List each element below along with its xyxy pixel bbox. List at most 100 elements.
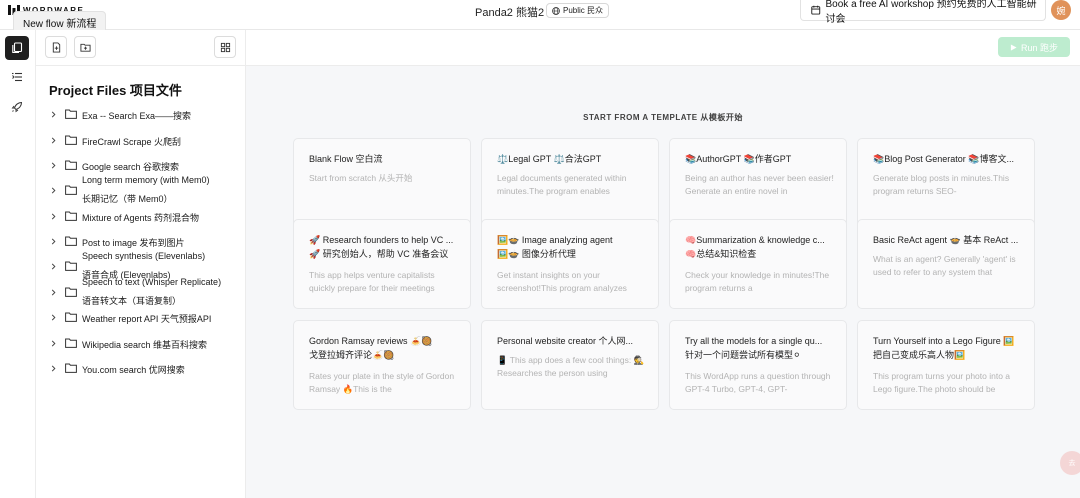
top-bar: WORDWARE New flow 新流程 Panda2 熊猫2 Public … xyxy=(0,0,1080,34)
chevron-right-icon[interactable] xyxy=(50,238,57,245)
chevron-right-icon[interactable] xyxy=(50,187,57,194)
file-item[interactable]: Speech to text (Whisper Replicate) 语音转文本（… xyxy=(36,277,246,306)
template-heading: START FROM A TEMPLATE 从模板开始 xyxy=(583,113,743,122)
folder-icon xyxy=(65,363,77,373)
template-title-translation: 戈登拉姆齐评论🍝🥘 xyxy=(309,350,395,360)
template-card[interactable]: 🚀 Research founders to help VC ... 🚀 研究创始… xyxy=(293,219,471,309)
new-flow-button[interactable] xyxy=(45,36,67,58)
help-bubble[interactable]: 去 xyxy=(1060,451,1080,475)
visibility-badge[interactable]: Public 民众 xyxy=(546,3,610,18)
file-name: FireCrawl Scrape 火爬刮 xyxy=(82,137,182,147)
template-description: Being an author has never been easier! G… xyxy=(685,173,834,196)
template-title: Try all the models for a single qu... xyxy=(685,336,823,346)
file-item[interactable]: Post to image 发布到图片 xyxy=(36,229,246,253)
template-card[interactable]: 📚AuthorGPT 📚作者GPT Being an author has nev… xyxy=(669,138,847,228)
grid-view-button[interactable] xyxy=(214,36,236,58)
template-title-translation: 🚀 研究创始人，帮助 VC 准备会议 xyxy=(309,249,449,259)
template-description: This program turns your photo into a Leg… xyxy=(873,371,1011,394)
page-title[interactable]: Panda2 熊猫2 xyxy=(475,4,544,20)
file-name: Exa -- Search Exa——搜索 xyxy=(82,111,192,121)
template-title-translation: 🖼️🍲 图像分析代理 xyxy=(497,249,576,259)
project-files-sidebar: Project Files 项目文件 Detailed image descri… xyxy=(36,30,246,498)
template-card[interactable]: Try all the models for a single qu... 针对一… xyxy=(669,320,847,410)
file-name: Speech synthesis (Elevenlabs) xyxy=(82,251,206,261)
chevron-right-icon[interactable] xyxy=(50,289,57,296)
template-title: 🚀 Research founders to help VC ... xyxy=(309,235,454,245)
calendar-icon xyxy=(811,5,821,15)
template-title: ⚖️Legal GPT ⚖️合法GPT xyxy=(497,154,602,164)
visibility-label: Public 民众 xyxy=(563,6,604,15)
chevron-right-icon[interactable] xyxy=(50,213,57,220)
file-item[interactable]: You.com search 优网搜索 xyxy=(36,356,246,380)
folder-icon xyxy=(65,185,77,195)
new-folder-button[interactable] xyxy=(74,36,96,58)
file-item[interactable]: Mixture of Agents 药剂混合物 xyxy=(36,204,246,228)
template-title: Blank Flow 空白流 xyxy=(309,154,383,164)
folder-icon xyxy=(65,135,77,145)
folder-icon xyxy=(65,109,77,119)
file-name: You.com search 优网搜索 xyxy=(82,365,185,375)
grid-icon xyxy=(220,42,230,52)
template-card[interactable]: ⚖️Legal GPT ⚖️合法GPT Legal documents gener… xyxy=(481,138,659,228)
template-description: Check your knowledge in minutes!The prog… xyxy=(685,270,830,293)
chevron-right-icon[interactable] xyxy=(50,162,57,169)
rocket-icon xyxy=(11,101,23,113)
file-item[interactable]: Weather report API 天气预报API xyxy=(36,305,246,329)
sidebar-toolbar xyxy=(36,30,246,66)
template-card[interactable]: 🧠Summarization & knowledge c... 🧠总结&知识检查 C… xyxy=(669,219,847,309)
outline-rail-button[interactable] xyxy=(5,65,29,89)
chevron-right-icon[interactable] xyxy=(50,340,57,347)
template-title: Turn Yourself into a Lego Figure 🖼️ xyxy=(873,336,1015,346)
files-icon xyxy=(12,42,23,54)
file-name: Long term memory (with Mem0) xyxy=(82,175,210,185)
template-card[interactable]: 📚Blog Post Generator 📚博客文... Generate blo… xyxy=(857,138,1035,228)
template-description: What is an agent? Generally 'agent' is u… xyxy=(873,254,1016,277)
chevron-right-icon[interactable] xyxy=(50,365,57,372)
file-item[interactable]: Wikipedia search 维基百科搜索 xyxy=(36,331,246,355)
folder-icon xyxy=(65,236,77,246)
file-item[interactable]: Exa -- Search Exa——搜索 xyxy=(36,102,246,126)
avatar[interactable]: 婉 xyxy=(1051,0,1071,20)
file-item[interactable]: FireCrawl Scrape 火爬刮 xyxy=(36,128,246,152)
book-workshop-label: Book a free AI workshop 预约免费的人工智能研讨会 xyxy=(825,0,1037,25)
template-description: Rates your plate in the style of Gordon … xyxy=(309,371,455,394)
template-description: This app helps venture capitalists quick… xyxy=(309,270,435,293)
chevron-right-icon[interactable] xyxy=(50,111,57,118)
template-description: This WordApp runs a question through GPT… xyxy=(685,371,831,394)
main-toolbar: Run 跑步 xyxy=(246,30,1080,66)
book-workshop-button[interactable]: Book a free AI workshop 预约免费的人工智能研讨会 xyxy=(800,0,1046,25)
template-card[interactable]: Personal website creator 个人网... 📱 This ap… xyxy=(481,320,659,410)
folder-icon xyxy=(65,287,77,297)
file-item[interactable]: Speech synthesis (Elevenlabs) 语音合成 (Eleve… xyxy=(36,251,246,280)
chevron-right-icon[interactable] xyxy=(50,314,57,321)
template-title: Basic ReAct agent 🍲 基本 ReAct ... xyxy=(873,235,1019,245)
left-rail xyxy=(0,30,36,498)
file-item[interactable]: Exa -- GetContents Exa——获取内容 xyxy=(36,96,246,100)
folder-icon xyxy=(65,261,77,271)
run-button[interactable]: Run 跑步 xyxy=(998,37,1070,57)
play-icon xyxy=(1010,43,1017,51)
template-title: 📚AuthorGPT 📚作者GPT xyxy=(685,154,792,164)
file-list: Detailed image description详细的图片描述Exa -- … xyxy=(36,96,246,498)
chevron-right-icon[interactable] xyxy=(50,263,57,270)
files-rail-button[interactable] xyxy=(5,36,29,60)
file-item[interactable]: Google search 谷歌搜索 xyxy=(36,153,246,177)
file-name: Post to image 发布到图片 xyxy=(82,238,185,248)
file-item[interactable]: Long term memory (with Mem0) 长期记忆（带 Mem0） xyxy=(36,175,246,204)
folder-icon xyxy=(65,211,77,221)
list-tree-icon xyxy=(12,72,22,82)
template-card[interactable]: Basic ReAct agent 🍲 基本 ReAct ... What is … xyxy=(857,219,1035,309)
template-card[interactable]: 🖼️🍲 Image analyzing agent 🖼️🍲 图像分析代理 Get i… xyxy=(481,219,659,309)
template-description: Legal documents generated within minutes… xyxy=(497,173,627,196)
deploy-rail-button[interactable] xyxy=(5,95,29,119)
template-title-translation: 针对一个问题尝试所有模型⚪ xyxy=(685,350,801,360)
template-description: Get instant insights on your screenshot!… xyxy=(497,270,627,293)
template-title: Gordon Ramsay reviews 🍝🥘 xyxy=(309,336,433,346)
template-card[interactable]: Blank Flow 空白流 Start from scratch 从头开始 xyxy=(293,138,471,228)
chevron-right-icon[interactable] xyxy=(50,137,57,144)
folder-icon xyxy=(65,312,77,322)
file-plus-icon xyxy=(52,41,60,53)
template-title: 🖼️🍲 Image analyzing agent xyxy=(497,235,613,245)
template-card[interactable]: Turn Yourself into a Lego Figure 🖼️ 把自己变成… xyxy=(857,320,1035,410)
template-card[interactable]: Gordon Ramsay reviews 🍝🥘 戈登拉姆齐评论🍝🥘 Rates y… xyxy=(293,320,471,410)
